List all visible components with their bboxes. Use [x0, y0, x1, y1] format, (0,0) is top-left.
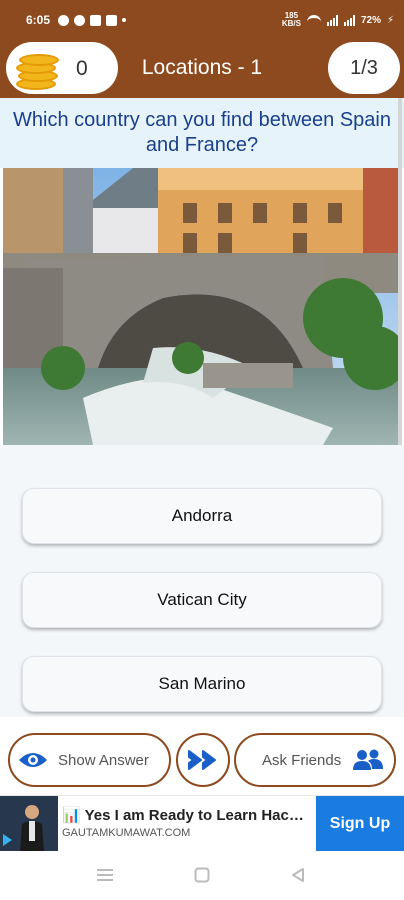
- ad-signup-button[interactable]: Sign Up: [316, 796, 404, 852]
- wifi-icon: [306, 15, 321, 25]
- ad-image: [0, 796, 58, 852]
- quiz-screen: 6:05 185 KB/S 72% ⚡ 0 Locations - 1 1/3 …: [0, 0, 404, 900]
- coin-stack-icon: [16, 48, 59, 90]
- question-panel: Which country can you find between Spain…: [0, 98, 404, 168]
- ad-domain: GAUTAMKUMAWAT.COM: [62, 827, 191, 839]
- skip-icon: [188, 750, 216, 770]
- whatsapp-icon: [58, 14, 70, 26]
- answer-option-1[interactable]: Andorra: [22, 488, 382, 544]
- status-bar: 6:05 185 KB/S 72% ⚡: [0, 0, 404, 40]
- answer-list: Andorra Vatican City San Marino: [0, 445, 404, 717]
- coin-balance[interactable]: 0: [6, 42, 118, 94]
- ask-friends-label: Ask Friends: [262, 751, 342, 769]
- status-time: 6:05: [26, 13, 51, 27]
- action-row: Show Answer Ask Friends: [0, 717, 404, 795]
- question-text: Which country can you find between Spain…: [13, 109, 391, 156]
- home-icon[interactable]: [194, 867, 210, 883]
- coin-count: 0: [76, 57, 88, 80]
- ad-banner[interactable]: 📊 Yes I am Ready to Learn Hacking GAUTAM…: [0, 795, 404, 852]
- ask-friends-button[interactable]: Ask Friends: [234, 733, 396, 787]
- notification-icons: [58, 14, 127, 26]
- question-progress: 1/3: [328, 42, 400, 94]
- friends-icon: [353, 749, 384, 770]
- back-icon[interactable]: [290, 867, 306, 883]
- instagram-icon: [106, 14, 118, 26]
- show-answer-button[interactable]: Show Answer: [8, 733, 171, 787]
- ad-choices-icon: [3, 834, 12, 846]
- eye-icon: [19, 753, 47, 767]
- signal-icon-2: [343, 14, 355, 26]
- charging-icon: ⚡: [386, 14, 394, 26]
- recent-apps-icon[interactable]: [96, 867, 114, 883]
- more-notifications-icon: [122, 18, 127, 22]
- question-image: [3, 168, 401, 445]
- chart-emoji-icon: 📊: [62, 807, 81, 824]
- ad-title: 📊 Yes I am Ready to Learn Hacking: [62, 807, 312, 824]
- app-header: 0 Locations - 1 1/3: [0, 40, 404, 98]
- system-nav-bar: [0, 851, 404, 900]
- show-answer-label: Show Answer: [58, 751, 149, 769]
- system-icons: 185 KB/S 72% ⚡: [282, 12, 394, 28]
- messenger-icon: [74, 14, 86, 26]
- answer-option-2[interactable]: Vatican City: [22, 572, 382, 628]
- answer-option-3[interactable]: San Marino: [22, 656, 382, 712]
- network-speed: 185 KB/S: [281, 11, 301, 28]
- signal-icon: [326, 14, 338, 26]
- skip-button[interactable]: [176, 733, 230, 787]
- page-title: Locations - 1: [141, 56, 263, 79]
- battery-level: 72%: [360, 14, 381, 26]
- app-notification-icon: [90, 14, 102, 26]
